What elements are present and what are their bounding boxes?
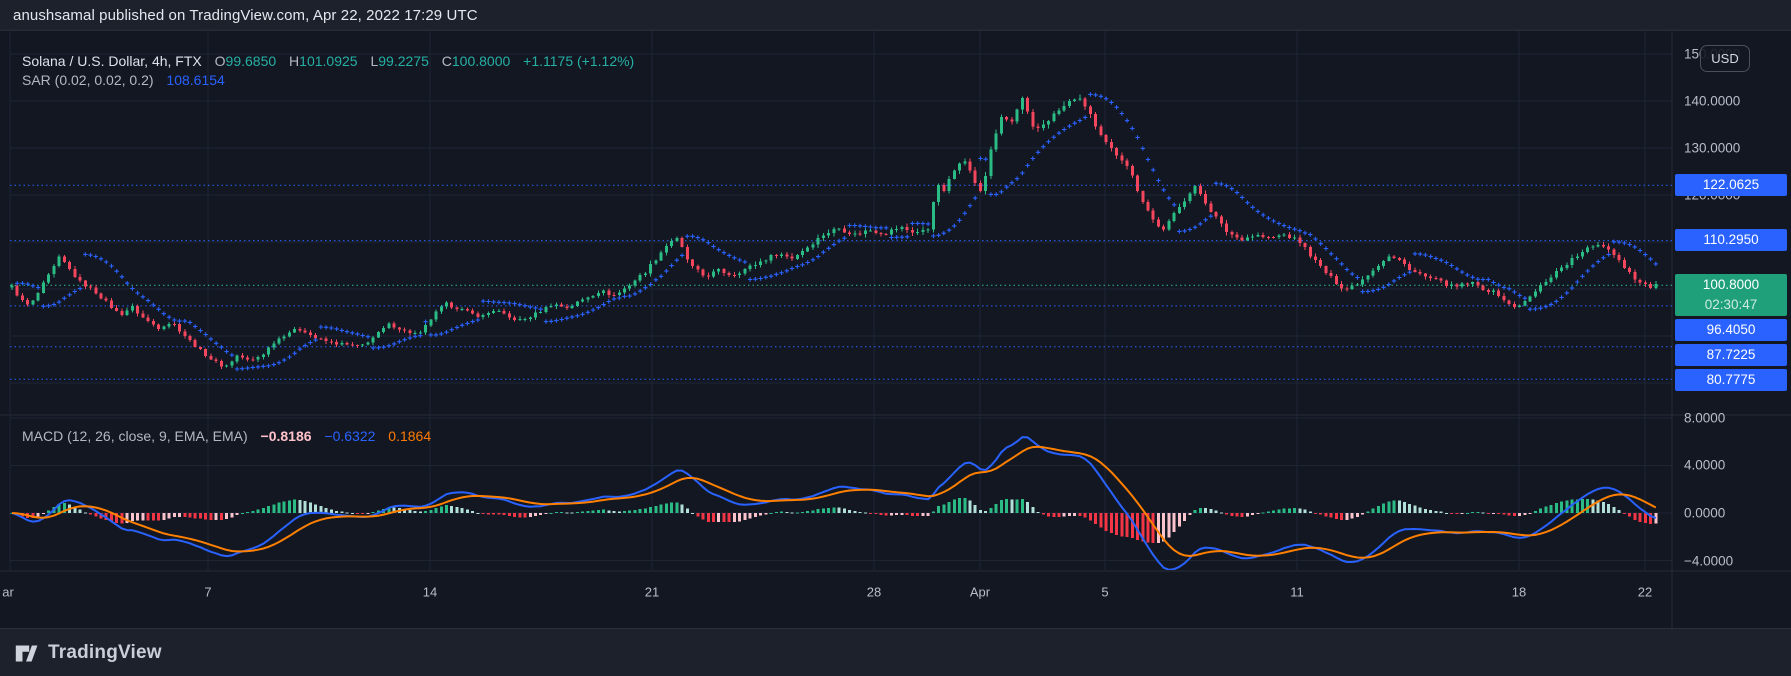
tradingview-logo-icon[interactable]: [14, 641, 39, 666]
alert-price-badge: 122.0625: [1675, 174, 1787, 196]
candlestick-chart[interactable]: [0, 0, 1791, 676]
time-axis-label[interactable]: 14: [423, 585, 437, 600]
footer-bar: TradingView: [0, 628, 1791, 676]
time-axis-label[interactable]: 28: [867, 585, 881, 600]
tradingview-snapshot: anushsamal published on TradingView.com,…: [0, 0, 1791, 676]
macd-axis-label[interactable]: −4.0000: [1684, 553, 1733, 568]
bar-countdown: 02:30:47: [1704, 297, 1758, 312]
time-axis-label[interactable]: 5: [1101, 585, 1108, 600]
alert-price-badge: 96.4050: [1675, 319, 1787, 341]
alert-price-badge: 87.7225: [1675, 344, 1787, 366]
time-axis-label[interactable]: 22: [1638, 585, 1652, 600]
time-axis-label[interactable]: 18: [1512, 585, 1526, 600]
current-price-badge: 100.8000 02:30:47: [1675, 274, 1787, 316]
time-axis-label[interactable]: Apr: [970, 585, 990, 600]
alert-price-badge: 80.7775: [1675, 369, 1787, 391]
currency-button[interactable]: USD: [1700, 45, 1750, 72]
time-axis-label[interactable]: ar: [2, 585, 14, 600]
brand-text[interactable]: TradingView: [48, 642, 162, 664]
price-axis-label[interactable]: 140.0000: [1684, 94, 1740, 109]
price-axis-label[interactable]: 130.0000: [1684, 141, 1740, 156]
current-price-value: 100.8000: [1702, 277, 1760, 292]
macd-axis-label[interactable]: 8.0000: [1684, 410, 1725, 425]
macd-axis-label[interactable]: 0.0000: [1684, 506, 1725, 521]
macd-axis-label[interactable]: 4.0000: [1684, 458, 1725, 473]
time-axis-label[interactable]: 21: [645, 585, 659, 600]
alert-price-badge: 110.2950: [1675, 229, 1787, 251]
time-axis-label[interactable]: 7: [204, 585, 211, 600]
time-axis-label[interactable]: 11: [1290, 585, 1304, 600]
